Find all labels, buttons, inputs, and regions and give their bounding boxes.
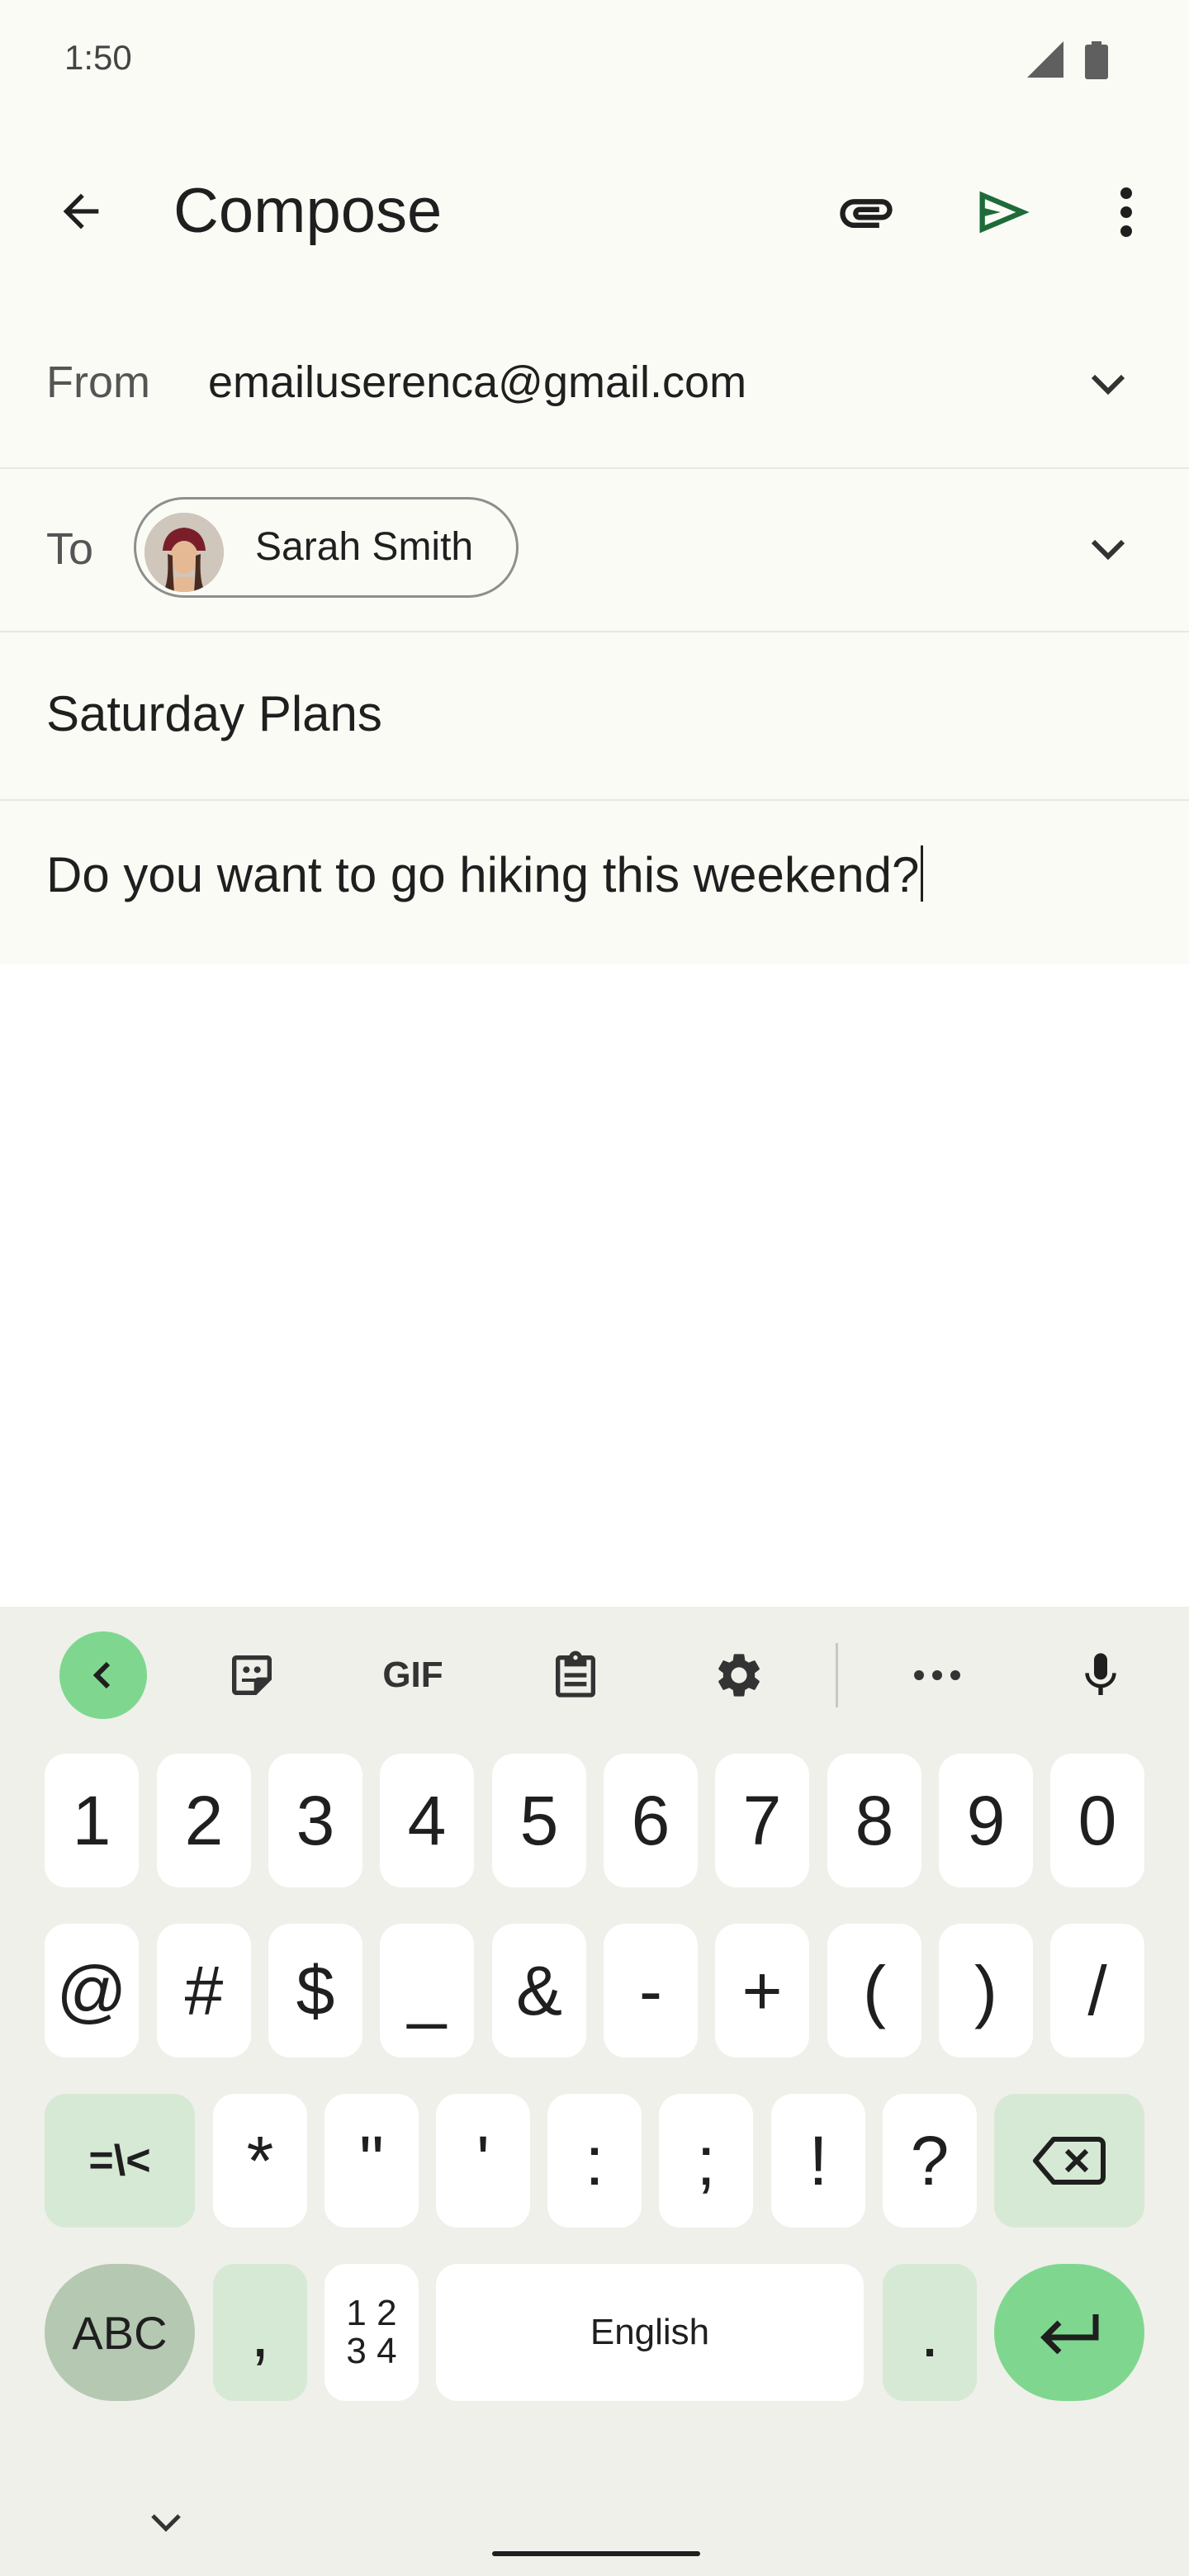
attach-button[interactable] [829,175,903,249]
key-double-quote[interactable]: " [324,2094,419,2228]
key-dollar[interactable]: $ [268,1924,362,2057]
key-1[interactable]: 1 [45,1754,139,1887]
abc-key[interactable]: ABC [45,2264,195,2401]
toolbar-divider [836,1643,838,1707]
avatar [144,513,224,592]
settings-icon [718,1654,760,1697]
more-tools-button[interactable] [900,1636,974,1714]
enter-icon [1040,2314,1099,2354]
key-colon[interactable]: : [547,2094,642,2228]
key-semicolon[interactable]: ; [659,2094,753,2228]
body-field[interactable]: Do you want to go hiking this weekend? [46,845,924,903]
recipient-chip[interactable]: Sarah Smith [134,497,519,598]
to-label: To [46,524,94,574]
more-vertical-icon [1120,187,1132,237]
key-9[interactable]: 9 [939,1754,1033,1887]
key-slash[interactable]: / [1050,1924,1144,2057]
chevron-down-icon [151,2514,181,2532]
status-time: 1:50 [64,38,132,77]
key-ampersand[interactable]: & [492,1924,586,2057]
sticker-button[interactable] [215,1636,289,1714]
more-options-button[interactable] [1095,175,1158,249]
attachment-icon [840,199,893,228]
divider [0,799,1189,801]
send-button[interactable] [966,175,1040,249]
subject-field[interactable]: Saturday Plans [46,685,382,742]
key-minus[interactable]: - [604,1924,698,2057]
more-horizontal-icon [914,1670,960,1680]
chevron-down-icon[interactable] [1083,528,1133,571]
from-label: From [46,358,150,407]
key-4[interactable]: 4 [380,1754,474,1887]
backspace-key[interactable] [994,2094,1144,2228]
comma-key[interactable]: , [213,2264,307,2401]
keyboard: GIF 1 2 3 4 5 6 7 8 9 0 @ # $ _ & - + ( … [0,1607,1189,2576]
key-at[interactable]: @ [45,1924,139,2057]
key-asterisk[interactable]: * [213,2094,307,2228]
keyboard-settings-button[interactable] [702,1636,776,1714]
keyboard-collapse-toolbar-button[interactable] [59,1631,147,1719]
key-0[interactable]: 0 [1050,1754,1144,1887]
space-key[interactable]: English [436,2264,864,2401]
key-5[interactable]: 5 [492,1754,586,1887]
text-cursor [921,845,924,902]
back-button[interactable] [45,170,117,253]
backspace-icon [1033,2137,1106,2185]
divider [0,467,1189,469]
key-7[interactable]: 7 [715,1754,809,1887]
microphone-icon [1085,1653,1116,1695]
compose-body-area[interactable] [0,964,1189,1607]
gif-button[interactable]: GIF [363,1636,462,1714]
key-question[interactable]: ? [883,2094,977,2228]
battery-icon [1085,41,1108,79]
key-2[interactable]: 2 [157,1754,251,1887]
signal-icon [1027,41,1063,78]
key-3[interactable]: 3 [268,1754,362,1887]
more-symbols-key[interactable]: =\< [45,2094,195,2228]
key-single-quote[interactable]: ' [436,2094,530,2228]
enter-key[interactable] [994,2264,1144,2401]
period-key[interactable]: . [883,2264,977,2401]
page-title: Compose [173,176,443,246]
key-plus[interactable]: + [715,1924,809,2057]
numpad-key-top: 1 2 [346,2293,397,2333]
key-hash[interactable]: # [157,1924,251,2057]
chevron-down-icon[interactable] [1083,363,1133,406]
gesture-navigation-handle[interactable] [492,2551,700,2556]
sticker-icon [232,1655,272,1695]
from-account-field[interactable]: emailuserenca@gmail.com [208,357,746,408]
numpad-key[interactable]: 1 2 3 4 [324,2264,419,2401]
back-chevron-icon [92,1661,111,1689]
key-underscore[interactable]: _ [380,1924,474,2057]
key-8[interactable]: 8 [827,1754,921,1887]
key-close-paren[interactable]: ) [939,1924,1033,2057]
voice-input-button[interactable] [1063,1636,1138,1714]
numpad-key-bottom: 3 4 [346,2331,397,2371]
clipboard-button[interactable] [538,1636,613,1714]
hide-keyboard-button[interactable] [137,2493,195,2551]
key-6[interactable]: 6 [604,1754,698,1887]
recipient-name: Sarah Smith [255,525,474,569]
divider [0,631,1189,632]
body-text: Do you want to go hiking this weekend? [46,847,920,902]
arrow-back-icon [63,193,99,230]
key-exclamation[interactable]: ! [771,2094,865,2228]
send-icon [979,191,1030,234]
key-open-paren[interactable]: ( [827,1924,921,2057]
clipboard-icon [556,1650,595,1698]
